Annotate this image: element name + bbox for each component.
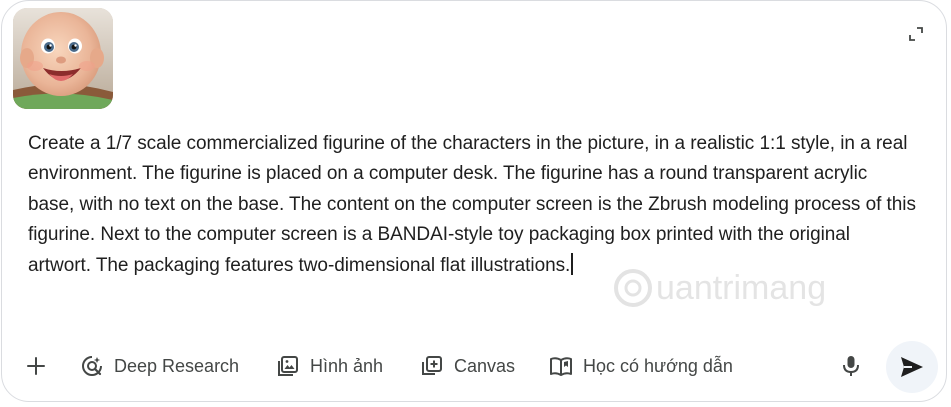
tool-label: Hình ảnh: [310, 355, 384, 376]
image-icon: [276, 354, 300, 378]
text-cursor: [571, 252, 573, 275]
tool-canvas[interactable]: Canvas: [420, 340, 515, 392]
prompt-text: Create a 1/7 scale commercialized figuri…: [28, 133, 916, 276]
image-attachment[interactable]: [13, 8, 113, 109]
prompt-input[interactable]: Create a 1/7 scale commercialized figuri…: [28, 129, 918, 281]
page: Create a 1/7 scale commercialized figuri…: [0, 0, 951, 407]
tool-deep-research[interactable]: Deep Research: [80, 340, 239, 392]
canvas-icon: [420, 354, 444, 378]
baby-photo: [13, 8, 113, 109]
tool-image[interactable]: Hình ảnh: [276, 340, 383, 392]
plus-icon: [24, 354, 48, 378]
tool-label: Học có hướng dẫn: [583, 355, 733, 376]
deep-research-icon: [80, 354, 104, 378]
composer-toolbar: Deep Research Hình ảnh Canvas Học có hướ…: [0, 340, 951, 393]
tool-guided-learning[interactable]: Học có hướng dẫn: [549, 340, 733, 392]
expand-icon: [909, 27, 923, 41]
add-button[interactable]: [24, 340, 48, 392]
send-button[interactable]: [886, 341, 938, 393]
send-icon: [901, 357, 923, 377]
expand-button[interactable]: [904, 22, 928, 46]
microphone-icon: [843, 356, 859, 376]
tool-label: Canvas: [454, 355, 516, 376]
microphone-button[interactable]: [839, 354, 863, 378]
tool-label: Deep Research: [114, 355, 240, 376]
book-icon: [549, 354, 573, 378]
